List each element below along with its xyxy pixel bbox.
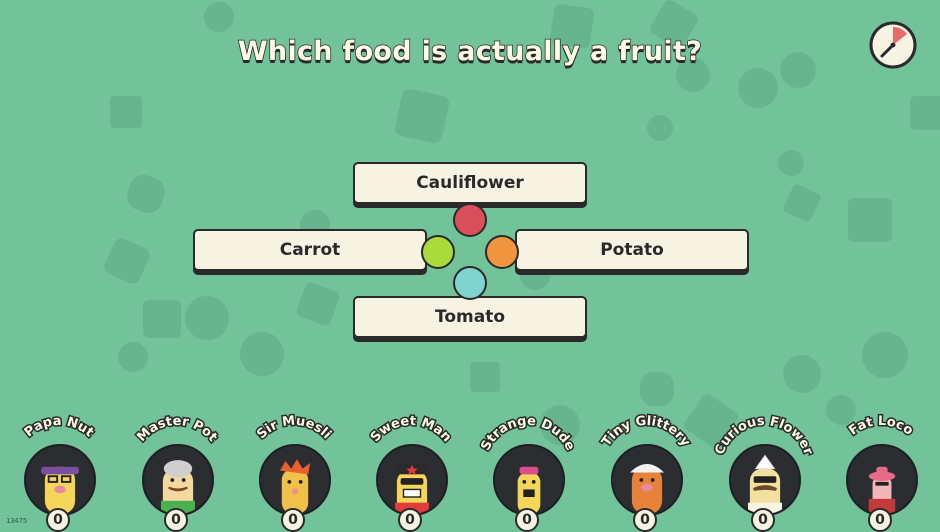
answer-top-dot[interactable] [453, 203, 487, 237]
answer-right-dot[interactable] [485, 235, 519, 269]
question-text: Which food is actually a fruit? [237, 35, 703, 68]
avatar [493, 444, 565, 516]
avatar [142, 444, 214, 516]
player-papa-nut: Papa Nut 0 [12, 412, 106, 532]
player-score: 0 [46, 508, 70, 532]
answer-right-button[interactable]: Potato [515, 229, 749, 271]
answer-bottom-dot[interactable] [453, 266, 487, 300]
avatar [24, 444, 96, 516]
player-sir-muesli: Sir Muesli 0 [247, 412, 341, 532]
player-strange-dude: Strange Dude 0 [477, 412, 579, 532]
avatar [729, 444, 801, 516]
build-number: 13475 [6, 517, 28, 525]
answer-left-dot[interactable] [421, 235, 455, 269]
player-fat-loco: Fat Loco 0 [834, 412, 928, 532]
player-score: 0 [281, 508, 305, 532]
player-curious-flower: Curious Flower 0 [711, 412, 817, 532]
answer-top-button[interactable]: Cauliflower [353, 162, 587, 204]
avatar [611, 444, 683, 516]
answer-bottom-button[interactable]: Tomato [353, 296, 587, 338]
player-master-pot: Master Pot 0 [130, 413, 224, 532]
avatar [259, 444, 331, 516]
player-tiny-glittery: Tiny Glittery 0 [598, 412, 695, 532]
player-score: 0 [515, 508, 539, 532]
player-score: 0 [633, 508, 657, 532]
player-score: 0 [868, 508, 892, 532]
avatar [376, 444, 448, 516]
answer-left-button[interactable]: Carrot [193, 229, 427, 271]
player-score: 0 [398, 508, 422, 532]
avatar [846, 444, 918, 516]
player-score: 0 [751, 508, 775, 532]
player-score: 0 [164, 508, 188, 532]
player-sweet-man: Sweet Man 0 [364, 412, 458, 532]
timer-icon [869, 21, 917, 69]
